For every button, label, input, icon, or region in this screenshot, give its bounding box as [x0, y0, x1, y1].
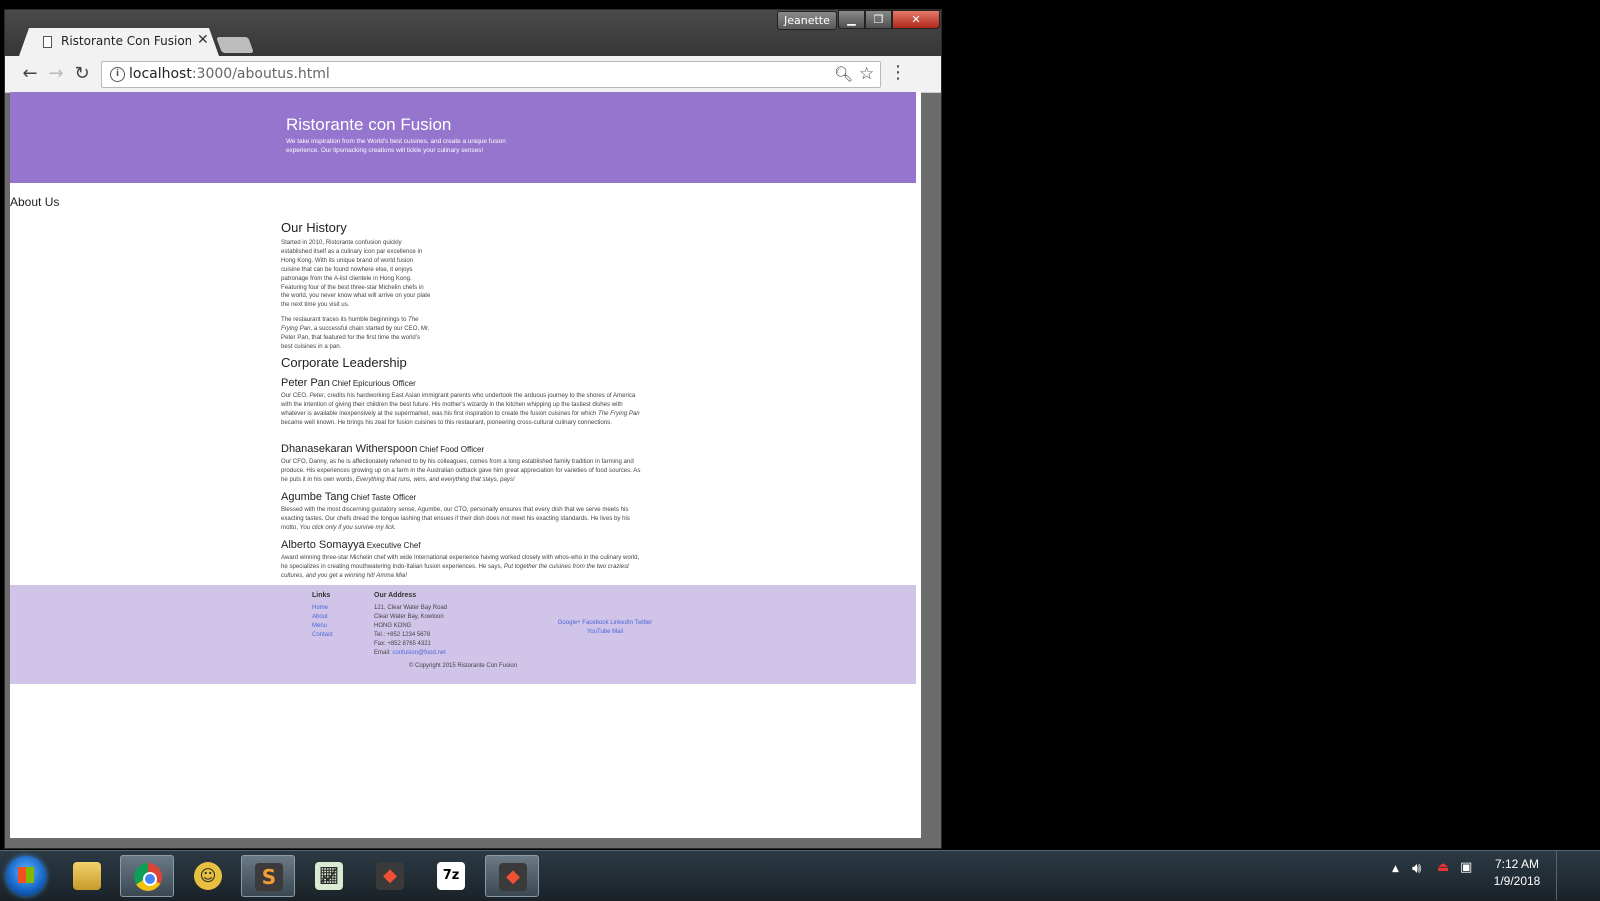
tab-title: Ristorante Con Fusion: A — [61, 34, 191, 48]
address-heading: Our Address — [374, 592, 417, 599]
history-paragraph: Started in 2010, Ristorante confusion qu… — [281, 239, 431, 309]
bookmark-star-icon[interactable]: ☆ — [859, 64, 874, 84]
page-icon — [43, 36, 52, 48]
new-tab-button[interactable] — [216, 37, 254, 53]
folder-icon — [73, 862, 101, 890]
git-icon: ◆ — [376, 862, 404, 890]
clock-time: 7:12 AM — [1494, 857, 1540, 871]
page-viewport: Ristorante con Fusion We take inspiratio… — [10, 92, 921, 838]
social-links-row[interactable]: YouTube Mail — [515, 628, 695, 637]
footer-links: Home About Menu Contact — [312, 604, 333, 640]
email-line: Email: confusion@food.net — [374, 649, 446, 656]
chart-icon: 📈︎ — [315, 862, 343, 890]
clock-date: 1/9/2018 — [1493, 874, 1541, 888]
social-links-row[interactable]: Google+ Facebook LinkedIn Twitter — [515, 619, 695, 628]
phone-line: Tel.: +852 1234 5678 — [374, 631, 431, 638]
footer-link-about[interactable]: About — [312, 614, 328, 620]
tab-aboutus[interactable]: Ristorante Con Fusion: A ✕ — [19, 28, 219, 56]
taskbar-git[interactable]: ◆ — [363, 855, 417, 897]
taskbar-sublime[interactable]: S — [241, 855, 295, 897]
7zip-icon: 7z — [437, 862, 465, 890]
leader-name: Dhanasekaran Witherspoon — [281, 443, 418, 455]
show-hidden-icons[interactable]: ▲ — [1392, 864, 1399, 874]
taskbar-chart-app[interactable]: 📈︎ — [302, 855, 356, 897]
social-links[interactable]: Google+ Facebook LinkedIn Twitter YouTub… — [515, 619, 695, 637]
leader-item: Agumbe Tang Chief Taste Officer Blessed w… — [281, 487, 647, 533]
profile-badge[interactable]: Jeanette — [777, 11, 837, 30]
leader-role: Chief Epicurious Officer — [331, 379, 416, 388]
show-desktop-button[interactable] — [1556, 851, 1563, 900]
start-button[interactable] — [6, 856, 46, 896]
footer-link-contact[interactable]: Contact — [312, 632, 333, 638]
brand-title: Ristorante con Fusion — [286, 115, 452, 134]
chrome-menu-icon[interactable]: ⋮ — [889, 64, 907, 82]
network-icon[interactable]: ▣ — [1460, 860, 1472, 875]
leader-bio: Our CFO, Danny, as he is affectionately … — [281, 458, 641, 483]
leader-bio: Blessed with the most discerning gustato… — [281, 506, 630, 531]
page-title: About Us — [10, 195, 60, 209]
leader-name: Peter Pan — [281, 377, 330, 389]
chrome-icon — [134, 863, 162, 891]
desktop-background — [943, 0, 1600, 850]
footer-link-home[interactable]: Home — [312, 605, 328, 611]
sublime-text-icon: S — [255, 863, 283, 891]
leader-bio: Award winning three-star Michelin chef w… — [281, 554, 640, 579]
address-line: Clear Water Bay, Kowloon — [374, 613, 444, 620]
taskbar-chrome[interactable] — [120, 855, 174, 897]
url-text[interactable]: localhost:3000/aboutus.html — [129, 66, 330, 82]
footer: Links Home About Menu Contact Our Addres… — [10, 585, 916, 684]
leader-item: Alberto Somayya Executive Chef Award winn… — [281, 535, 647, 581]
close-tab-icon[interactable]: ✕ — [197, 32, 209, 48]
volume-icon[interactable]: 🔊︎ — [1412, 859, 1421, 877]
leader-name: Alberto Somayya — [281, 539, 365, 551]
history-paragraph: The restaurant traces its humble beginni… — [281, 316, 430, 350]
maximize-button[interactable]: ❐ — [865, 10, 892, 29]
taskbar-7zip[interactable]: 7z — [424, 855, 478, 897]
leader-item: Dhanasekaran Witherspoon Chief Food Offic… — [281, 439, 647, 485]
fax-line: Fax: +852 8765 4321 — [374, 640, 431, 647]
system-clock[interactable]: 7:12 AM 1/9/2018 — [1486, 856, 1548, 890]
windows-logo-icon — [18, 867, 34, 883]
back-icon[interactable]: ← — [19, 63, 41, 85]
leader-role: Chief Taste Officer — [350, 493, 417, 502]
address-line: 121, Clear Water Bay Road — [374, 605, 448, 611]
git-icon: ◆ — [499, 863, 527, 891]
brand-tagline: We take inspiration from the World's bes… — [286, 138, 506, 154]
info-icon[interactable]: i — [110, 67, 125, 82]
minimize-button[interactable]: ▁ — [838, 10, 865, 29]
copyright: © Copyright 2015 Ristorante Con Fusion — [408, 663, 518, 669]
leader-item: Peter Pan Chief Epicurious Officer Our CE… — [281, 373, 647, 428]
taskbar: ☺ S 📈︎ ◆ 7z ◆ ▲ 🔊︎ ⏏ ▣ 7:12 AM 1/9/2018 — [0, 850, 1600, 901]
leader-role: Executive Chef — [366, 541, 421, 550]
address-bar[interactable]: i localhost:3000/aboutus.html 🔍︎ ☆ — [101, 61, 881, 88]
browser-window: Jeanette ▁ ❐ ✕ Ristorante Con Fusion: A … — [4, 9, 942, 849]
leadership-heading: Corporate Leadership — [281, 355, 407, 370]
close-window-button[interactable]: ✕ — [892, 10, 940, 29]
title-bar[interactable]: Jeanette ▁ ❐ ✕ Ristorante Con Fusion: A … — [5, 10, 941, 56]
email-link[interactable]: confusion@food.net — [392, 650, 445, 656]
taskbar-explorer[interactable] — [60, 855, 114, 897]
browser-toolbar: ← → ↻ i localhost:3000/aboutus.html 🔍︎ ☆… — [5, 56, 941, 93]
leader-name: Agumbe Tang — [281, 491, 349, 503]
reload-icon[interactable]: ↻ — [71, 63, 93, 85]
address-line: HONG KONG — [374, 622, 412, 629]
jumbotron: Ristorante con Fusion We take inspiratio… — [10, 92, 916, 183]
links-heading: Links — [312, 592, 331, 599]
taskbar-git-gui[interactable]: ◆ — [485, 855, 539, 897]
safely-remove-icon[interactable]: ⏏ — [1437, 860, 1449, 875]
taskbar-pidgin[interactable]: ☺ — [181, 855, 235, 897]
footer-link-menu[interactable]: Menu — [312, 623, 327, 629]
zoom-icon[interactable]: 🔍︎ — [834, 65, 853, 83]
history-heading: Our History — [281, 220, 347, 235]
leader-role: Chief Food Officer — [419, 445, 485, 454]
leader-bio: Our CEO, Peter, credits his hardworking … — [281, 392, 640, 426]
forward-icon[interactable]: → — [45, 63, 67, 85]
pidgin-icon: ☺ — [194, 862, 222, 890]
address-block: 121, Clear Water Bay Road Clear Water Ba… — [374, 604, 447, 657]
